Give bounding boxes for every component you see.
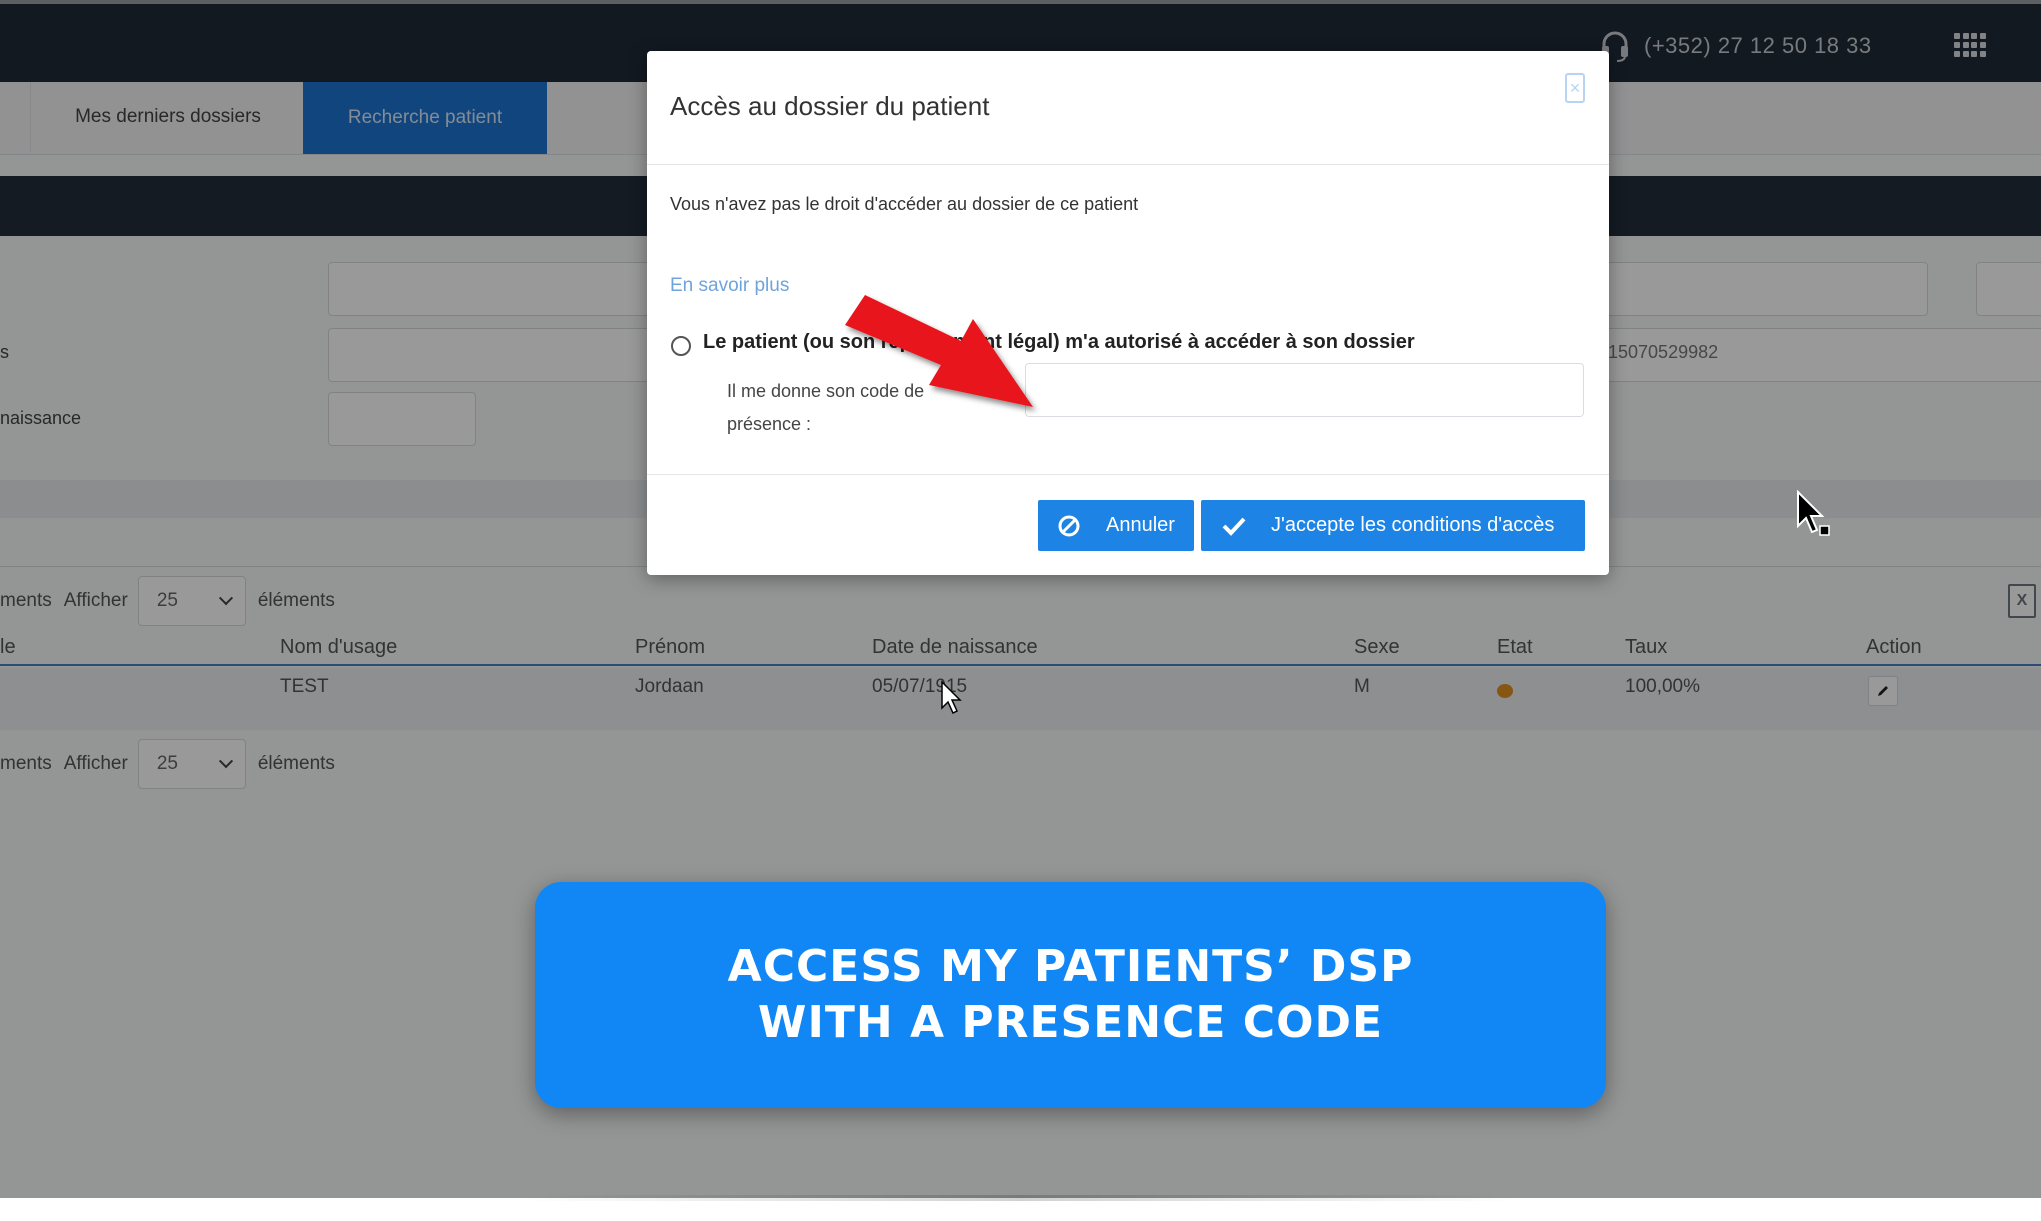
dialog-message: Vous n'avez pas le droit d'accéder au do…: [670, 194, 1139, 214]
check-icon: [1221, 513, 1247, 539]
dialog-title: Accès au dossier du patient: [670, 91, 990, 121]
accept-terms-button[interactable]: J'accepte les conditions d'accès: [1201, 500, 1585, 551]
access-dialog: Accès au dossier du patient × Vous n'ave…: [647, 51, 1609, 575]
caption-banner: ACCESS MY PATIENTS’ DSP WITH A PRESENCE …: [535, 882, 1606, 1108]
screen: (+352) 27 12 50 18 33 Mes derniers dossi…: [0, 0, 2041, 1221]
mouse-cursor-icon: [1797, 490, 1830, 536]
close-icon[interactable]: ×: [1565, 73, 1585, 103]
ban-icon: [1056, 513, 1082, 539]
learn-more-link[interactable]: En savoir plus: [670, 275, 789, 297]
authorization-radio[interactable]: [671, 336, 691, 356]
authorization-radio-label[interactable]: Le patient (ou son représentant légal) m…: [703, 331, 1415, 354]
bottom-margin: [0, 1198, 2041, 1221]
accept-label: J'accepte les conditions d'accès: [1271, 514, 1555, 536]
caption-line-1: ACCESS MY PATIENTS’ DSP: [727, 941, 1414, 992]
cancel-label: Annuler: [1106, 514, 1175, 536]
caption-line-2: WITH A PRESENCE CODE: [757, 997, 1384, 1048]
cancel-button[interactable]: Annuler: [1038, 500, 1194, 551]
red-arrow-annotation: [845, 295, 1033, 407]
dialog-footer-divider: [647, 474, 1609, 475]
dialog-header: Accès au dossier du patient ×: [647, 51, 1609, 165]
mouse-cursor-icon: [941, 680, 962, 715]
presence-code-input[interactable]: [1025, 363, 1584, 417]
bottom-shadow: [520, 1195, 1520, 1201]
